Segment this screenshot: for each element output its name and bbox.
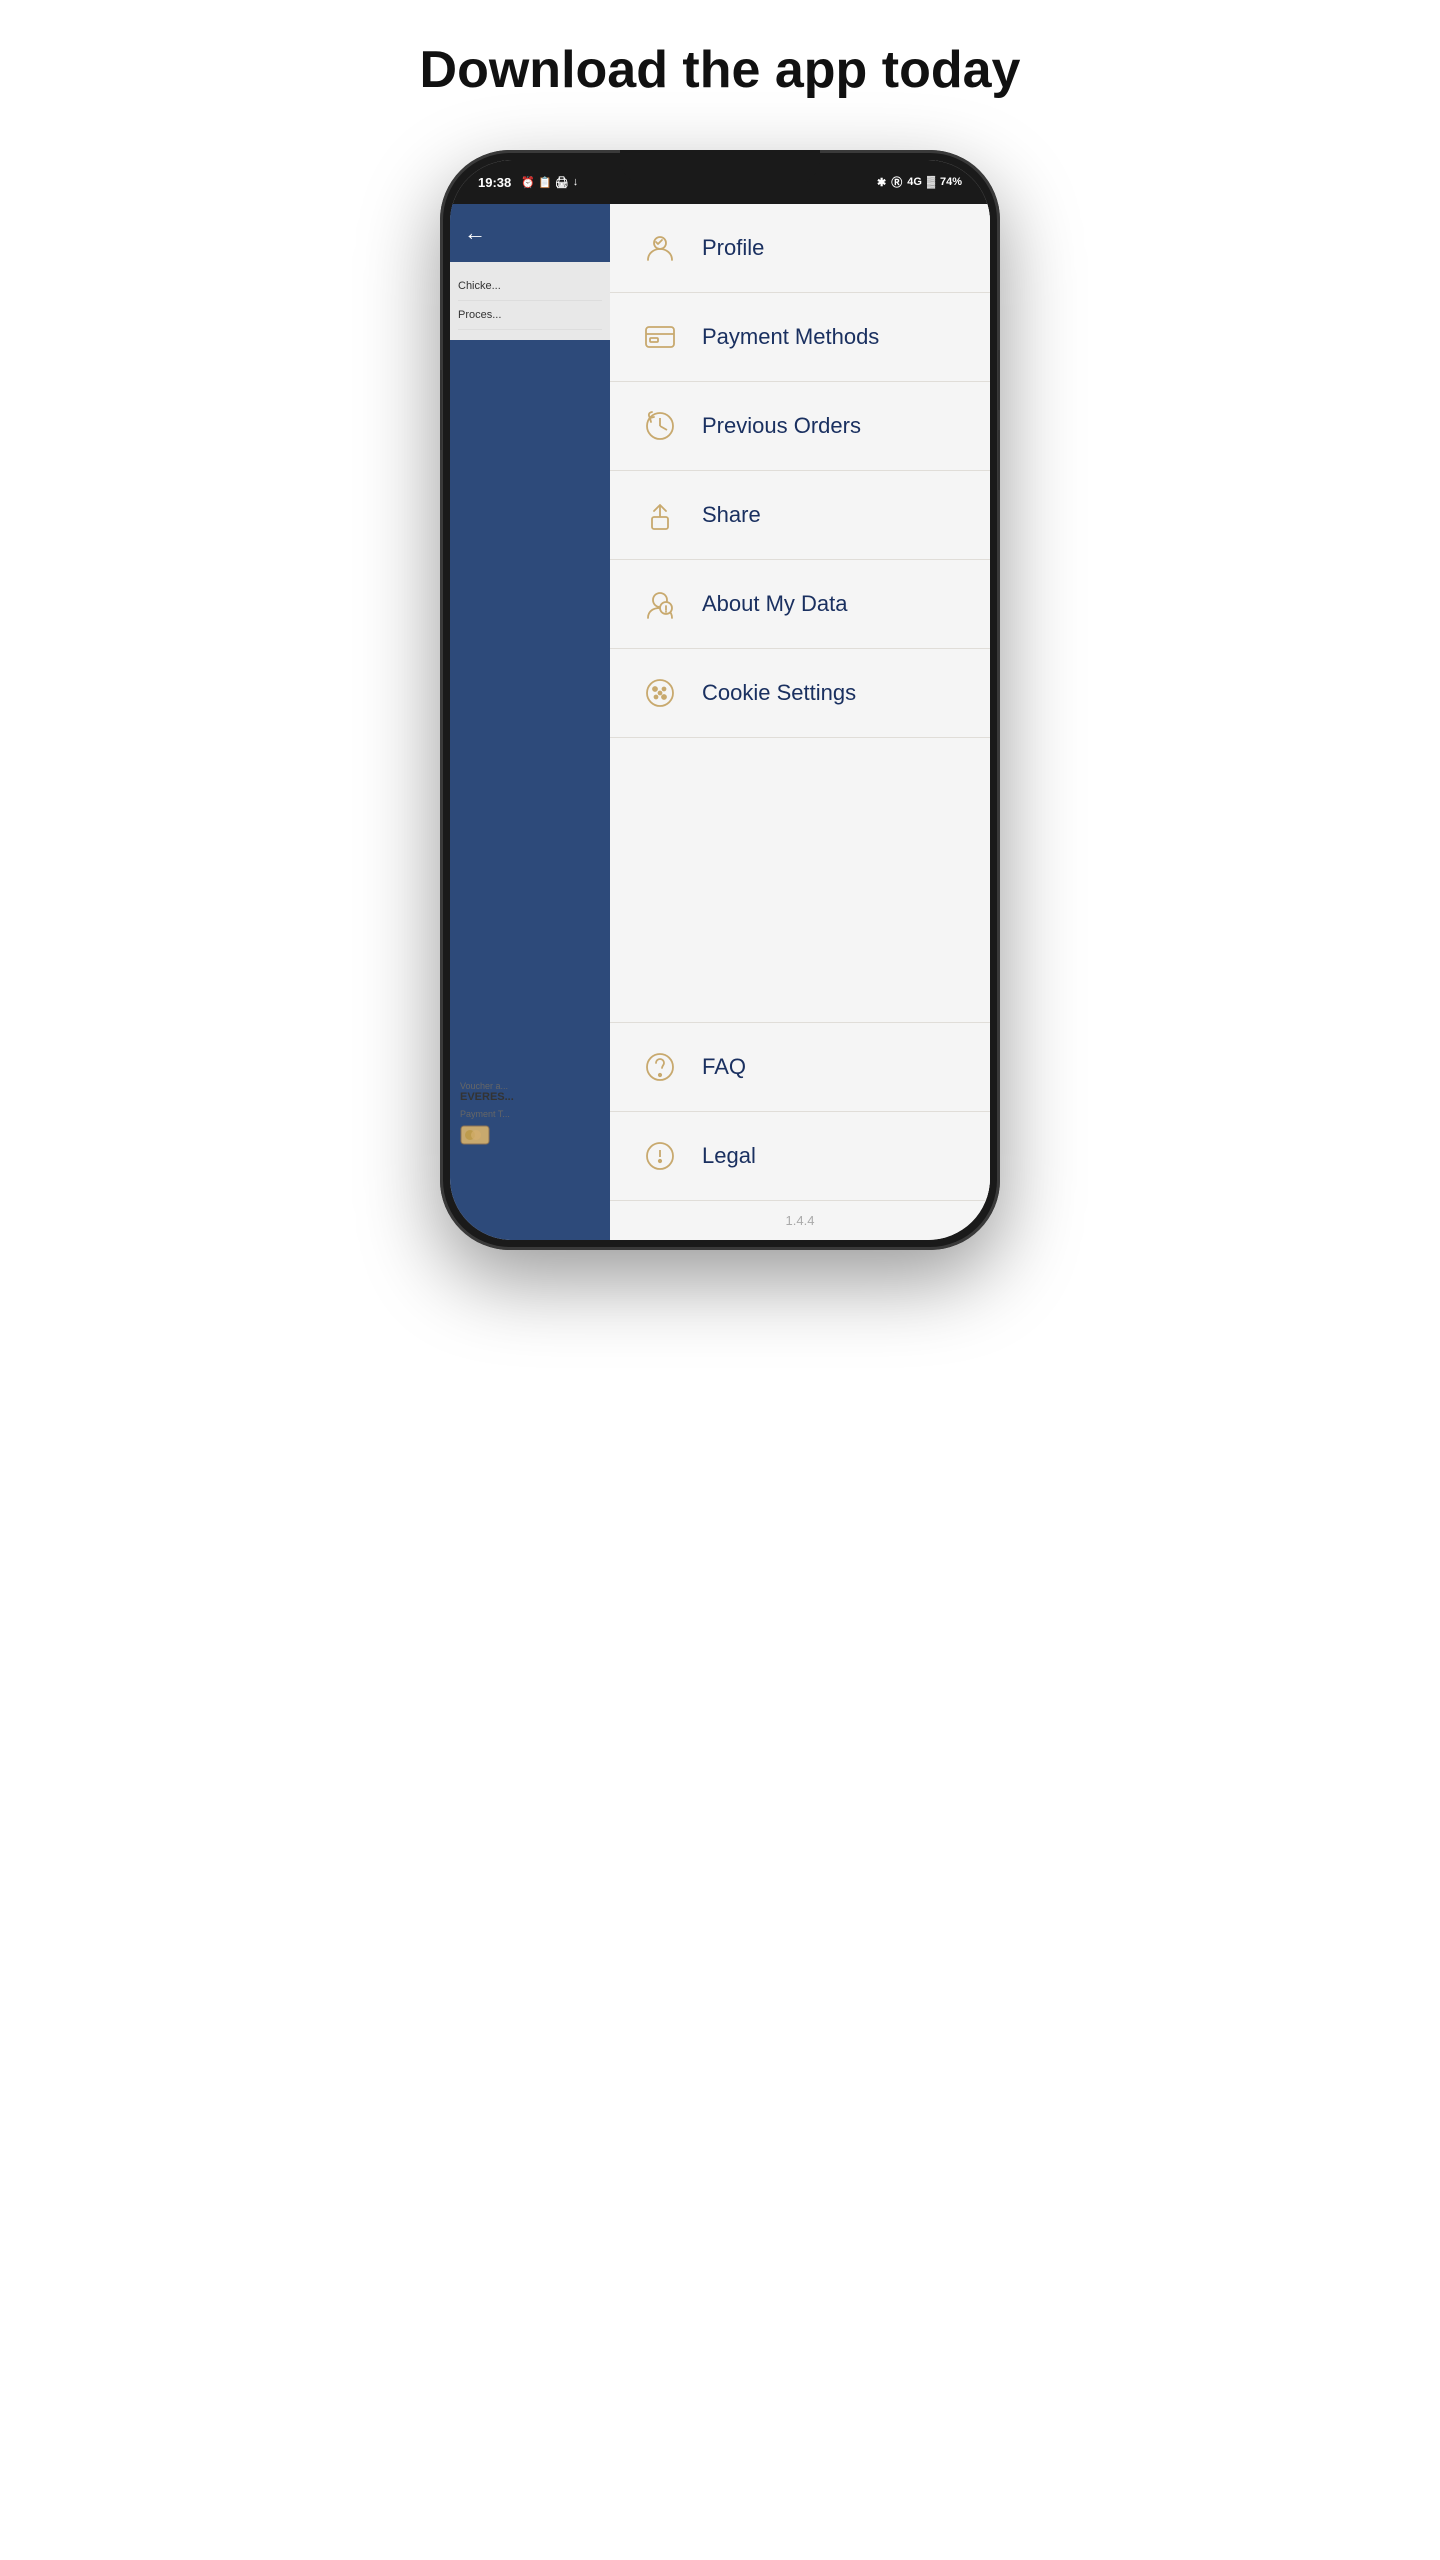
bg-order-item: Chicke...	[458, 272, 602, 301]
status-time: 19:38 ⏰ 📋 🖨 ↓	[478, 175, 578, 190]
background-app: ← Chicke... Proces... Voucher a... EVERE…	[450, 204, 610, 1240]
bg-bottom: Voucher a... EVERES... Payment T...	[450, 1071, 610, 1160]
menu-item-faq[interactable]: FAQ	[610, 1023, 990, 1112]
menu-item-previous-orders[interactable]: Previous Orders	[610, 382, 990, 471]
payment-methods-label: Payment Methods	[702, 324, 879, 350]
legal-icon	[638, 1134, 682, 1178]
page-title: Download the app today	[360, 40, 1081, 100]
profile-icon	[638, 226, 682, 270]
menu-bottom: FAQ Legal 1.4.4	[610, 1022, 990, 1240]
profile-label: Profile	[702, 235, 764, 261]
menu-item-legal[interactable]: Legal	[610, 1112, 990, 1201]
cookie-settings-label: Cookie Settings	[702, 680, 856, 706]
menu-spacer	[610, 738, 990, 1022]
faq-label: FAQ	[702, 1054, 746, 1080]
legal-label: Legal	[702, 1143, 756, 1169]
share-icon	[638, 493, 682, 537]
menu-item-about-my-data[interactable]: About My Data	[610, 560, 990, 649]
payment-methods-icon	[638, 315, 682, 359]
status-icons: ✱ Ⓡ 4G ▓ 74%	[877, 174, 962, 190]
previous-orders-icon	[638, 404, 682, 448]
phone-shell: 19:38 ⏰ 📋 🖨 ↓ ✱ Ⓡ 4G ▓ 74% ← Chicke...	[440, 150, 1000, 1250]
version-text: 1.4.4	[610, 1201, 990, 1240]
previous-orders-label: Previous Orders	[702, 413, 861, 439]
menu-list: Profile Payment Methods	[610, 204, 990, 738]
about-my-data-icon	[638, 582, 682, 626]
share-label: Share	[702, 502, 761, 528]
menu-item-cookie-settings[interactable]: Cookie Settings	[610, 649, 990, 738]
payment-icon-bg	[460, 1125, 490, 1145]
drawer-menu: Profile Payment Methods	[610, 204, 990, 1240]
bg-app-header: ←	[450, 204, 610, 262]
main-content: ← Chicke... Proces... Voucher a... EVERE…	[450, 204, 990, 1240]
menu-item-share[interactable]: Share	[610, 471, 990, 560]
menu-item-profile[interactable]: Profile	[610, 204, 990, 293]
screen: 19:38 ⏰ 📋 🖨 ↓ ✱ Ⓡ 4G ▓ 74% ← Chicke...	[450, 160, 990, 1240]
bg-order-status: Proces...	[458, 301, 602, 330]
menu-item-payment-methods[interactable]: Payment Methods	[610, 293, 990, 382]
back-icon: ←	[464, 220, 486, 246]
about-my-data-label: About My Data	[702, 591, 848, 617]
faq-icon	[638, 1045, 682, 1089]
cookie-settings-icon	[638, 671, 682, 715]
power-button	[998, 350, 1000, 410]
notch	[620, 150, 820, 186]
side-button-2	[998, 430, 1000, 490]
volume-button	[440, 370, 442, 450]
